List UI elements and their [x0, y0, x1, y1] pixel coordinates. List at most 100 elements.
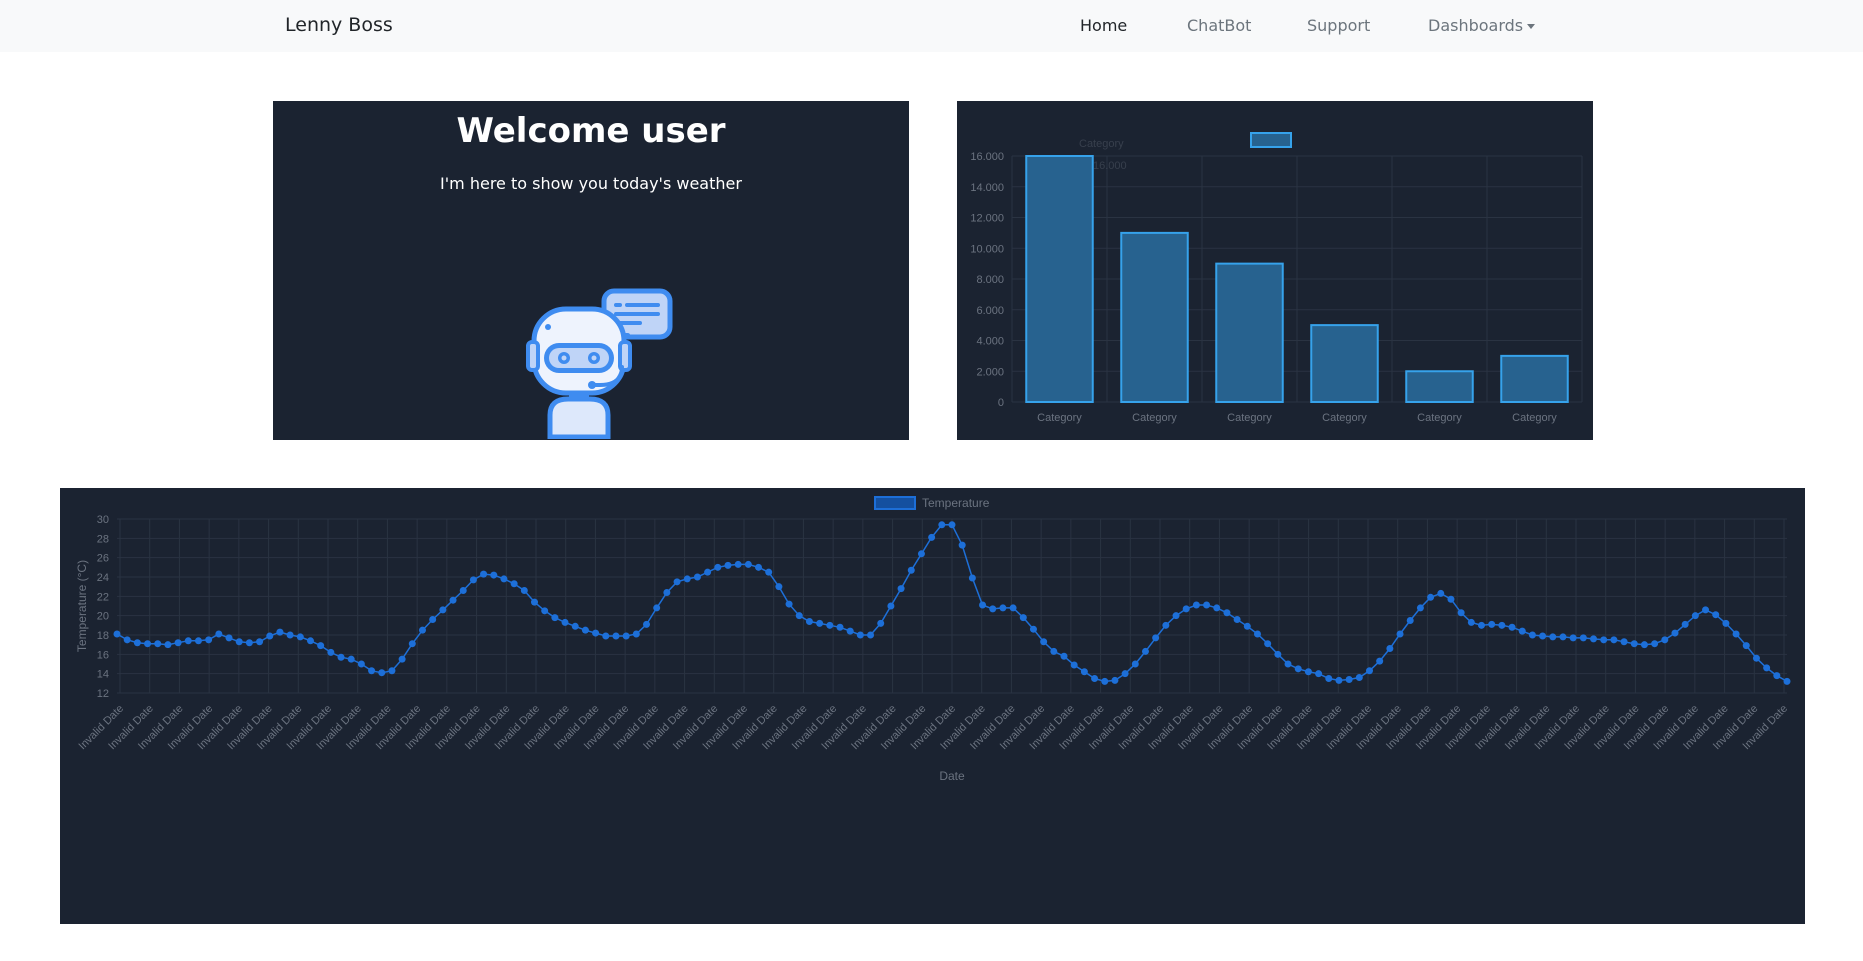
data-point	[1223, 609, 1231, 617]
data-point	[1192, 601, 1200, 609]
data-point	[1742, 642, 1750, 650]
data-point	[286, 631, 294, 639]
data-point	[1152, 634, 1160, 642]
data-point	[622, 632, 630, 640]
data-point	[1386, 645, 1394, 653]
data-point	[1457, 609, 1465, 617]
data-point	[785, 600, 793, 608]
data-point	[1498, 621, 1506, 629]
data-point	[225, 634, 233, 642]
data-point	[1518, 627, 1526, 635]
data-point	[480, 570, 488, 578]
bar	[1405, 370, 1474, 403]
data-point	[408, 640, 416, 648]
data-point	[1253, 630, 1261, 638]
bar	[1310, 324, 1379, 403]
data-point	[1427, 593, 1435, 601]
bar	[1025, 155, 1094, 403]
tooltip-title: Category	[1079, 138, 1124, 150]
nav-dashboards-dropdown[interactable]: Dashboards	[1428, 16, 1536, 35]
y-tick-label: 28	[97, 533, 109, 545]
data-point	[1335, 676, 1343, 684]
data-point	[1528, 631, 1536, 639]
data-point	[1508, 623, 1516, 631]
data-point	[1539, 632, 1547, 640]
data-point	[826, 621, 834, 629]
data-point	[1712, 611, 1720, 619]
data-point	[378, 669, 386, 677]
data-point	[1213, 604, 1221, 612]
legend-swatch	[874, 496, 916, 510]
welcome-title: Welcome user	[456, 111, 726, 151]
data-point	[724, 561, 732, 569]
data-point	[887, 602, 895, 610]
data-point	[1651, 640, 1659, 648]
data-point	[459, 587, 467, 595]
nav-home[interactable]: Home	[1080, 16, 1127, 35]
welcome-panel: Welcome user I'm here to show you today'…	[273, 101, 909, 440]
bar-chart: 0 2.000 4.000 6.000 8.000 10.000 12.000 14.000 1…	[970, 132, 1583, 424]
nav-chatbot[interactable]: ChatBot	[1187, 16, 1251, 35]
data-point	[215, 630, 223, 638]
legend-label: Temperature	[922, 496, 990, 510]
data-point	[1304, 668, 1312, 676]
data-point	[429, 616, 437, 624]
data-point	[1101, 677, 1109, 685]
data-point	[968, 574, 976, 582]
data-point	[276, 628, 284, 636]
data-point	[1681, 620, 1689, 628]
data-point	[490, 571, 498, 579]
x-tick-label: Category	[1132, 412, 1177, 424]
data-point	[663, 588, 671, 596]
data-point	[1416, 604, 1424, 612]
data-point	[337, 653, 345, 661]
y-tick-label: 4.000	[976, 336, 1004, 348]
data-point	[1671, 629, 1679, 637]
y-tick-label: 0	[998, 397, 1004, 409]
y-tick-label: 24	[97, 572, 109, 584]
data-point	[836, 623, 844, 631]
data-point	[979, 601, 987, 609]
data-point	[856, 631, 864, 639]
data-point	[1488, 620, 1496, 628]
x-tick-label: Category	[1037, 412, 1082, 424]
data-point	[205, 636, 213, 644]
data-point	[1284, 660, 1292, 668]
y-tick-label: 20	[97, 611, 109, 623]
data-point	[1019, 614, 1027, 622]
data-point	[1172, 612, 1180, 620]
x-axis-title: Date	[939, 769, 965, 783]
data-point	[1162, 621, 1170, 629]
data-point	[1294, 665, 1302, 673]
data-point	[306, 637, 314, 645]
robot-icon	[526, 288, 673, 439]
data-point	[1406, 617, 1414, 624]
data-point	[144, 640, 152, 648]
bar-chart-panel: 0 2.000 4.000 6.000 8.000 10.000 12.000 14.000 1…	[957, 101, 1593, 440]
data-point	[1610, 636, 1618, 644]
data-point	[541, 607, 549, 615]
data-point	[296, 633, 304, 641]
bar	[1120, 231, 1189, 403]
data-point	[1243, 622, 1251, 630]
data-point	[1640, 641, 1648, 649]
data-point	[704, 568, 712, 576]
data-point	[1315, 670, 1323, 678]
data-point	[1702, 606, 1710, 614]
x-tick-label: Category	[1227, 412, 1272, 424]
nav-support[interactable]: Support	[1307, 16, 1370, 35]
data-point	[449, 596, 457, 604]
welcome-subtitle: I'm here to show you today's weather	[440, 174, 742, 193]
data-point	[1080, 668, 1088, 676]
data-point	[917, 550, 925, 558]
data-point	[164, 641, 172, 649]
data-point	[1182, 605, 1190, 613]
brand-link[interactable]: Lenny Boss	[285, 14, 393, 36]
data-point	[520, 587, 528, 595]
data-point	[683, 575, 691, 583]
data-point	[1773, 672, 1781, 680]
data-point	[256, 638, 264, 646]
data-point	[1447, 595, 1455, 603]
data-point	[418, 626, 426, 634]
data-point	[744, 560, 752, 568]
